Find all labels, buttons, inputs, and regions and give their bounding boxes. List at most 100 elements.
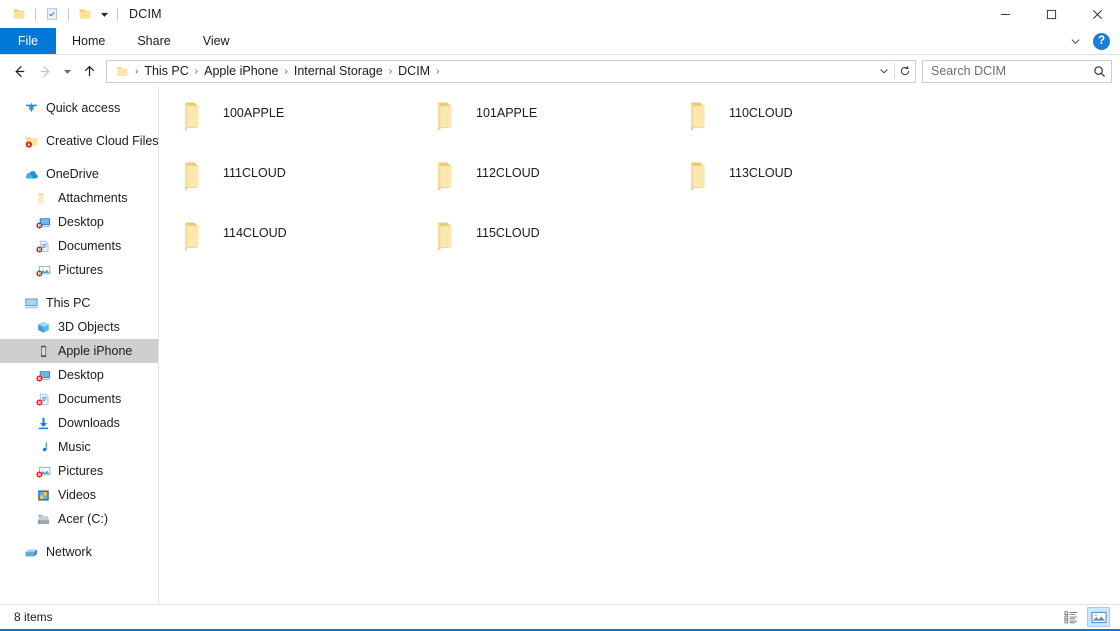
file-grid-item[interactable]: 110CLOUD xyxy=(673,93,926,153)
breadcrumb-item-dcim[interactable]: DCIM xyxy=(393,62,435,80)
properties-icon[interactable] xyxy=(41,3,63,25)
sidebar-item-label: Pictures xyxy=(58,464,104,478)
sidebar-item-onedrive[interactable]: OneDrive xyxy=(0,162,158,186)
sidebar-item-desktop[interactable]: Desktop xyxy=(0,210,158,234)
desktop-sync-error-icon xyxy=(34,366,52,384)
pictures-sync-error-icon xyxy=(34,261,52,279)
file-name-label: 100APPLE xyxy=(223,106,285,120)
downloads-icon xyxy=(34,414,52,432)
window-controls xyxy=(982,0,1120,28)
toolbar-separator xyxy=(68,7,69,21)
sidebar-item-label: This PC xyxy=(46,296,91,310)
sidebar-item-documents[interactable]: Documents xyxy=(0,387,158,411)
sidebar-item-documents[interactable]: Documents xyxy=(0,234,158,258)
toolbar-separator xyxy=(35,7,36,21)
sidebar-item-network[interactable]: Network xyxy=(0,540,158,564)
sidebar-item-label: Attachments xyxy=(58,191,128,205)
folder-icon xyxy=(167,157,223,211)
folder-icon xyxy=(420,217,476,271)
folder-icon xyxy=(167,217,223,271)
sidebar-item-attachments[interactable]: Attachments xyxy=(0,186,158,210)
music-note-icon xyxy=(34,438,52,456)
tab-share[interactable]: Share xyxy=(121,28,186,54)
tab-home[interactable]: Home xyxy=(56,28,121,54)
file-list-view[interactable]: 100APPLE 101APPLE 110CLOUD 111CLOUD 112C… xyxy=(159,87,1120,604)
sidebar-item-videos[interactable]: Videos xyxy=(0,483,158,507)
sidebar-item-apple-iphone[interactable]: Apple iPhone xyxy=(0,339,158,363)
sidebar-item-label: Desktop xyxy=(58,215,104,229)
folder-icon xyxy=(110,64,134,79)
folder-icon xyxy=(673,157,729,211)
maximize-button[interactable] xyxy=(1028,0,1074,28)
sidebar-item-label: Network xyxy=(46,545,92,559)
forward-button[interactable] xyxy=(32,58,58,84)
toolbar-separator xyxy=(117,7,118,21)
sidebar-item-creative-cloud-files[interactable]: Creative Cloud Files xyxy=(0,129,158,153)
breadcrumb-item-internal-storage[interactable]: Internal Storage xyxy=(289,62,388,80)
sidebar-item-3d-objects[interactable]: 3D Objects xyxy=(0,315,158,339)
sidebar-item-quick-access[interactable]: Quick access xyxy=(0,96,158,120)
up-button[interactable] xyxy=(76,58,102,84)
search-input[interactable] xyxy=(931,64,1092,78)
sidebar-item-downloads[interactable]: Downloads xyxy=(0,411,158,435)
details-view-button[interactable] xyxy=(1060,607,1083,627)
sidebar-item-label: Videos xyxy=(58,488,96,502)
search-icon[interactable] xyxy=(1092,65,1107,78)
sidebar-item-desktop[interactable]: Desktop xyxy=(0,363,158,387)
view-toggle-group xyxy=(1060,605,1110,629)
file-grid-item[interactable]: 100APPLE xyxy=(167,93,420,153)
search-box[interactable] xyxy=(922,59,1112,83)
sidebar-item-music[interactable]: Music xyxy=(0,435,158,459)
sidebar-item-pictures[interactable]: Pictures xyxy=(0,258,158,282)
minimize-button[interactable] xyxy=(982,0,1028,28)
sidebar-item-acer-c[interactable]: Acer (C:) xyxy=(0,507,158,531)
new-folder-icon[interactable] xyxy=(74,3,96,25)
breadcrumb-item-this-pc[interactable]: This PC xyxy=(139,62,193,80)
navigation-pane: Quick access Creative Cloud Files OneDri… xyxy=(0,87,159,604)
desktop-sync-error-icon xyxy=(34,213,52,231)
breadcrumb: › This PC › Apple iPhone › Internal Stor… xyxy=(134,62,874,80)
chevron-down-icon[interactable] xyxy=(1065,30,1085,52)
folder-icon[interactable] xyxy=(8,3,30,25)
sidebar-item-pictures[interactable]: Pictures xyxy=(0,459,158,483)
help-icon[interactable]: ? xyxy=(1093,32,1110,50)
tab-view[interactable]: View xyxy=(187,28,246,54)
large-icons-view-button[interactable] xyxy=(1087,607,1110,627)
sidebar-item-label: OneDrive xyxy=(46,167,99,181)
recent-locations-button[interactable] xyxy=(58,58,76,84)
close-button[interactable] xyxy=(1074,0,1120,28)
file-grid-item[interactable]: 113CLOUD xyxy=(673,153,926,213)
chevron-down-icon[interactable] xyxy=(96,3,112,25)
file-grid-item[interactable]: 115CLOUD xyxy=(420,213,673,273)
sidebar-item-this-pc[interactable]: This PC xyxy=(0,291,158,315)
back-button[interactable] xyxy=(6,58,32,84)
file-explorer-window: DCIM File Home Share View ? › This PC › … xyxy=(0,0,1120,631)
sidebar-item-label: Creative Cloud Files xyxy=(46,134,159,148)
file-grid-item[interactable]: 111CLOUD xyxy=(167,153,420,213)
refresh-icon[interactable] xyxy=(895,61,915,82)
file-name-label: 112CLOUD xyxy=(476,166,540,180)
breadcrumb-item-apple-iphone[interactable]: Apple iPhone xyxy=(199,62,283,80)
address-bar-controls xyxy=(874,61,915,82)
file-grid-item[interactable]: 114CLOUD xyxy=(167,213,420,273)
tab-file[interactable]: File xyxy=(0,28,56,54)
file-name-label: 115CLOUD xyxy=(476,226,540,240)
phone-icon xyxy=(34,342,52,360)
window-title: DCIM xyxy=(129,7,162,21)
file-grid: 100APPLE 101APPLE 110CLOUD 111CLOUD 112C… xyxy=(159,93,1120,273)
file-name-label: 101APPLE xyxy=(476,106,538,120)
file-grid-item[interactable]: 112CLOUD xyxy=(420,153,673,213)
file-name-label: 114CLOUD xyxy=(223,226,287,240)
quick-access-toolbar: DCIM xyxy=(0,3,162,25)
sidebar-item-label: Desktop xyxy=(58,368,104,382)
file-grid-item[interactable]: 101APPLE xyxy=(420,93,673,153)
chevron-down-icon[interactable] xyxy=(874,61,894,82)
creative-cloud-folder-icon xyxy=(22,132,40,150)
sidebar-item-label: Quick access xyxy=(46,101,121,115)
folder-icon xyxy=(167,97,223,151)
sidebar-item-label: Downloads xyxy=(58,416,120,430)
address-bar[interactable]: › This PC › Apple iPhone › Internal Stor… xyxy=(106,59,916,83)
sidebar-item-label: Music xyxy=(58,440,91,454)
